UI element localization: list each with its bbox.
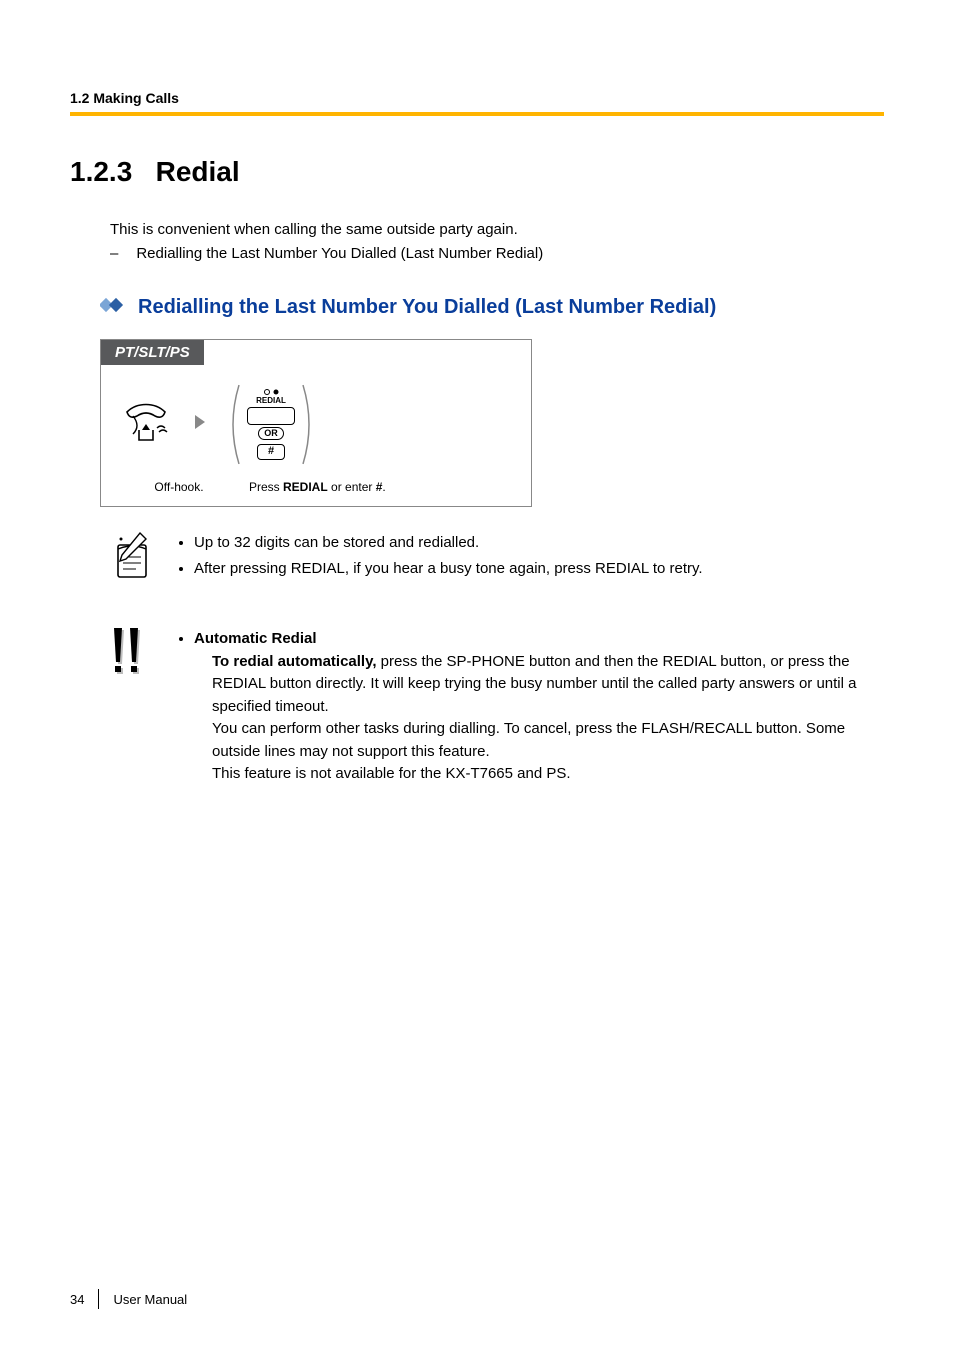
left-paren-icon (225, 383, 243, 466)
redial-led-icon (264, 389, 279, 395)
procedure-diagram: PT/SLT/PS (100, 339, 532, 507)
subheading-row: Redialling the Last Number You Dialled (… (100, 296, 884, 319)
option-group: REDIAL OR # (225, 383, 317, 466)
header-rule (70, 112, 884, 116)
intro-line-1: This is convenient when calling the same… (110, 218, 884, 242)
right-paren-icon (299, 383, 317, 466)
diagram-tab: PT/SLT/PS (101, 340, 204, 365)
caption-end: . (382, 480, 385, 494)
diamond-bullet-icon (100, 297, 126, 318)
section-name: Redial (156, 156, 240, 187)
notes-block: Up to 32 digits can be stored and redial… (110, 531, 884, 588)
caption-bold: REDIAL (283, 480, 328, 494)
running-header: 1.2 Making Calls (70, 90, 884, 106)
caption-offhook: Off-hook. (119, 480, 239, 494)
intro-block: This is convenient when calling the same… (110, 218, 884, 266)
important-block: Automatic Redial To redial automatically… (110, 628, 884, 786)
caption-redial: Press REDIAL or enter #. (239, 480, 513, 494)
note-item-1: Up to 32 digits can be stored and redial… (194, 531, 703, 555)
section-title: 1.2.3 Redial (70, 156, 884, 188)
auto-redial-p2: You can perform other tasks during diall… (212, 718, 884, 763)
or-pill: OR (258, 427, 284, 440)
auto-redial-p3: This feature is not available for the KX… (212, 763, 884, 786)
redial-button-label: REDIAL (256, 396, 286, 405)
exclamation-icon (110, 628, 156, 786)
page-footer: 34 User Manual (70, 1289, 187, 1309)
arrow-right-icon (193, 414, 207, 435)
footer-divider (98, 1289, 99, 1309)
caption-row: Off-hook. Press REDIAL or enter #. (119, 480, 513, 494)
hash-key-icon: # (257, 444, 285, 460)
footer-label: User Manual (113, 1292, 187, 1307)
caption-mid: or enter (328, 480, 376, 494)
auto-redial-p1: To redial automatically, press the SP-PH… (212, 651, 884, 719)
redial-button-icon (247, 407, 295, 425)
caption-pre: Press (249, 480, 283, 494)
notes-list: Up to 32 digits can be stored and redial… (176, 531, 703, 588)
section-number: 1.2.3 (70, 156, 132, 187)
intro-dash: – (110, 242, 118, 266)
page-number: 34 (70, 1292, 84, 1307)
notepad-icon (110, 531, 156, 588)
important-content: Automatic Redial To redial automatically… (176, 628, 884, 786)
intro-line-2: Redialling the Last Number You Dialled (… (136, 242, 543, 266)
subheading-text: Redialling the Last Number You Dialled (… (138, 296, 716, 319)
auto-redial-title: Automatic Redial (194, 630, 317, 647)
offhook-handset-icon (119, 400, 175, 449)
auto-redial-p1-bold: To redial automatically, (212, 653, 377, 670)
note-item-2: After pressing REDIAL, if you hear a bus… (194, 557, 703, 581)
